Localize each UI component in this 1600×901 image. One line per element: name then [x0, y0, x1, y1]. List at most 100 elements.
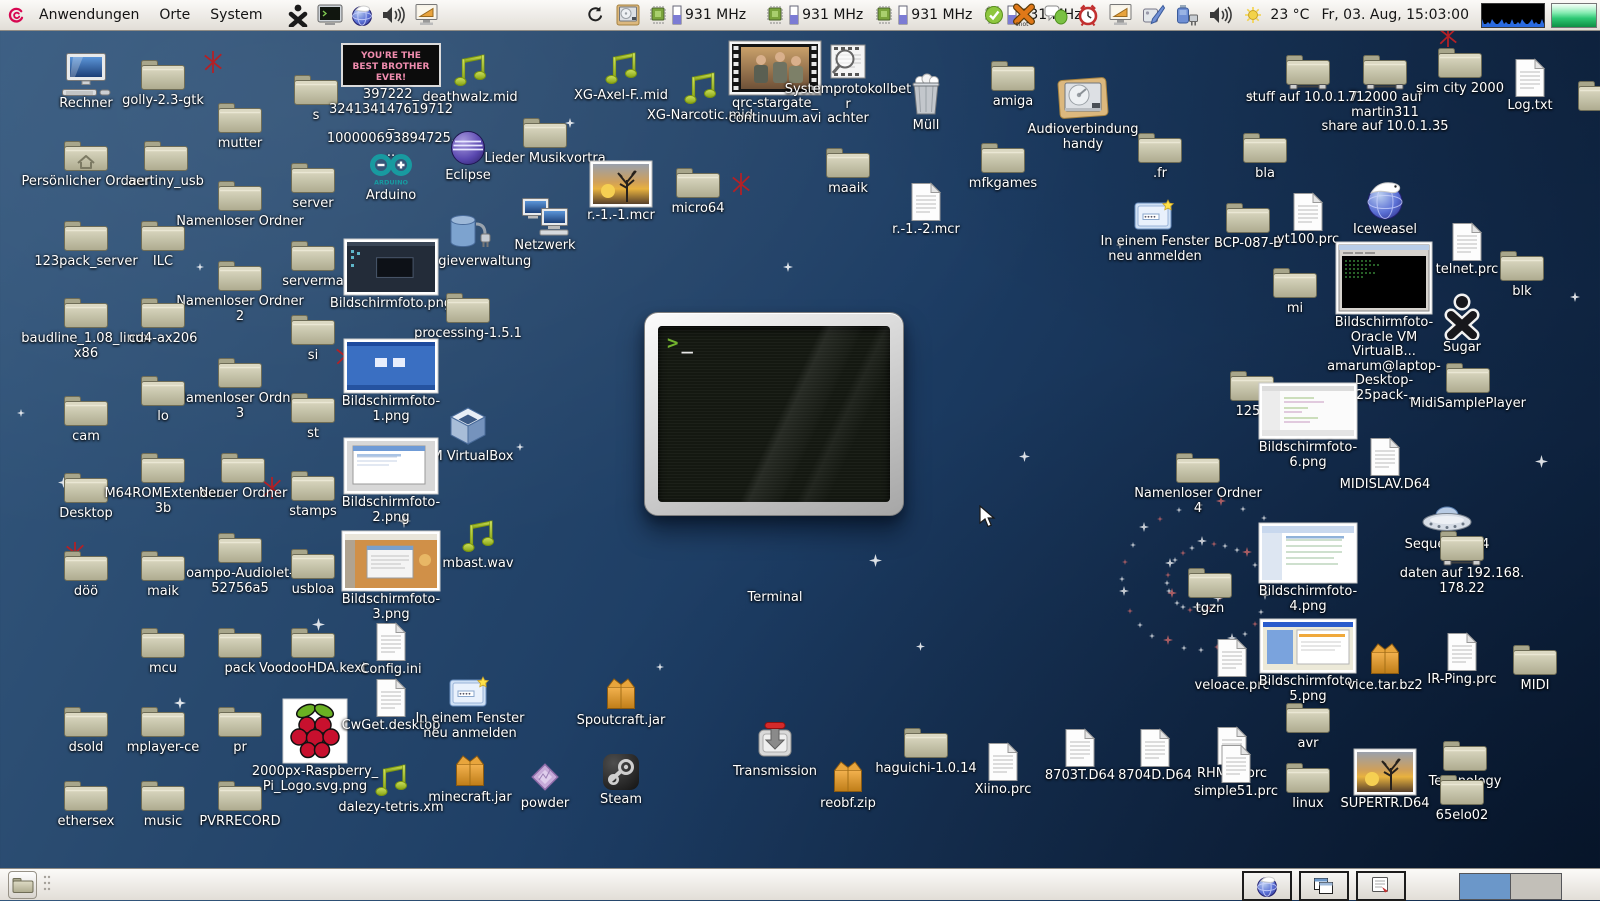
desktop-icon-daten[interactable]: daten auf 192.168. 178.22	[1396, 528, 1528, 596]
menu-anwendungen[interactable]: Anwendungen	[30, 2, 148, 28]
sparkle-star-icon	[1130, 533, 1136, 552]
debian-menu-icon[interactable]	[4, 5, 28, 25]
chat-status-icon[interactable]	[1042, 4, 1070, 26]
cpu-frequency-applet-2[interactable]: 931 MHz	[766, 5, 863, 25]
terminal-label[interactable]: Terminal	[709, 590, 841, 605]
desktop-icon-midislav[interactable]: MIDISLAV.D64	[1319, 437, 1451, 493]
terminal-launcher[interactable]: >_	[644, 312, 904, 516]
menu-orte[interactable]: Orte	[150, 2, 199, 28]
display-launcher-icon[interactable]	[412, 3, 442, 27]
desktop-icon-label: tgzn	[1196, 602, 1224, 617]
desktop-icon-bla[interactable]: bla	[1199, 130, 1331, 182]
volume-launcher-icon[interactable]	[379, 4, 409, 26]
folder-icon	[980, 140, 1026, 176]
sparkle-star-icon	[1211, 532, 1217, 551]
desktop-icon-processing[interactable]: processing-1.5.1	[402, 290, 534, 342]
sparkle-star-icon	[1535, 453, 1548, 472]
desktop-icon-mbast[interactable]: mbast.wav	[412, 518, 544, 572]
browser-launcher-icon[interactable]	[348, 3, 376, 27]
sparkle-star-icon	[1119, 581, 1129, 600]
folder-icon	[1242, 130, 1288, 166]
desktop-icon-tgzn[interactable]: tgzn	[1144, 565, 1276, 617]
desktop-icon-label: Xiino.prc	[975, 783, 1032, 798]
hddcard-icon	[1056, 72, 1110, 122]
folder-icon	[140, 57, 186, 93]
desktop-icon-label: Arduino	[366, 189, 416, 204]
cpu-frequency-value: 931 MHz	[911, 7, 972, 23]
snot-status-icon[interactable]: snot	[1010, 3, 1038, 27]
workspace-2[interactable]	[1511, 873, 1562, 900]
music-icon	[451, 52, 489, 90]
sugar-launcher-icon[interactable]	[284, 3, 312, 27]
login-icon	[1133, 198, 1177, 234]
menu-system[interactable]: System	[201, 2, 271, 28]
sparkle-star-icon	[1139, 517, 1149, 536]
alarm-status-icon[interactable]	[1074, 3, 1102, 27]
volume-status-icon[interactable]	[1206, 4, 1236, 26]
terminal-launcher-icon[interactable]	[315, 4, 345, 26]
desktop-icon-elo65[interactable]: 65elo02	[1396, 772, 1528, 824]
desktop-icon-stamps[interactable]: stamps	[247, 468, 379, 520]
folder-icon	[1187, 565, 1233, 601]
desktop-icon-label: r.-1.-2.mcr	[892, 223, 960, 238]
folder-icon	[140, 295, 186, 331]
desktop-icon-mfkgames[interactable]: mfkgames	[937, 140, 1069, 192]
desktop-icon-label: MIDI	[1521, 679, 1550, 694]
desktop-icon-m64[interactable]: M64ROMExtender 3b	[97, 450, 229, 516]
sparkle-star-icon	[1119, 567, 1125, 586]
desktop-icon-pvr[interactable]: PVRRECORD	[174, 778, 306, 830]
desktop-icon-label: avr	[1297, 737, 1318, 752]
show-desktop-button[interactable]	[8, 871, 37, 899]
desktop-icon-label: Eclipse	[445, 169, 491, 184]
desktop-icon-label: stamps	[289, 505, 337, 520]
desktop-icon-cd4[interactable]: cd4-ax206	[97, 295, 229, 347]
check-status-icon[interactable]	[982, 5, 1006, 25]
desktop-icon-namenlos4[interactable]: Namenloser Ordner 4	[1132, 450, 1264, 516]
desktop-icon-label: döö	[74, 585, 98, 600]
desktop-icon-label: mi	[1287, 302, 1303, 317]
hdd-applet-icon[interactable]	[613, 2, 643, 28]
desktop-icon-micro64[interactable]: micro64	[632, 165, 764, 217]
clock[interactable]: Fr, 03. Aug, 15:03:00	[1321, 7, 1469, 23]
folder-icon	[1512, 642, 1558, 678]
desktop-icon-avr[interactable]: avr	[1242, 700, 1374, 752]
folder-icon	[522, 115, 568, 151]
sparkle-star-icon	[1180, 541, 1186, 560]
desktop-icon-spoutcraft[interactable]: Spoutcraft.jar	[555, 675, 687, 729]
desktop-icon-vt100[interactable]: vt100.prc	[1242, 192, 1374, 248]
cpu-frequency-value: 931 MHz	[802, 7, 863, 23]
cpu-history-graph[interactable]	[1481, 3, 1545, 28]
display-status-icon[interactable]	[1106, 3, 1136, 27]
desktop-icon-lieder[interactable]: Lieder Musikvortra	[479, 115, 611, 167]
desktop-icon-login1[interactable]: In einem Fenster neu anmelden	[404, 675, 536, 741]
desktop-icon-sugar[interactable]: Sugar	[1396, 292, 1528, 356]
desktop-icon-configini[interactable]: Config.ini	[325, 622, 457, 678]
sugar-icon	[1439, 292, 1485, 340]
system-monitor-graph[interactable]	[1551, 3, 1597, 28]
refresh-applet-icon[interactable]	[583, 5, 607, 25]
folder-icon	[1175, 450, 1221, 486]
doc-icon	[1292, 192, 1324, 232]
music-icon	[459, 518, 497, 556]
battery-status-icon[interactable]	[1172, 2, 1202, 28]
desktop-icon-lo[interactable]: lo	[97, 373, 229, 425]
cpu-frequency-applet-3[interactable]: 931 MHz	[875, 5, 972, 25]
task-button-2[interactable]	[1299, 871, 1349, 901]
desktop-icon-midisample[interactable]: MidiSamplePlayer	[1402, 360, 1534, 412]
weather-sun-icon[interactable]	[1242, 6, 1264, 24]
cpu-frequency-applet-1[interactable]: 931 MHz	[649, 5, 746, 25]
workspace-1[interactable]	[1459, 873, 1511, 900]
task-button-3[interactable]	[1356, 871, 1406, 901]
doc-icon	[375, 678, 407, 718]
desktop-icon-edge-folder[interactable]	[1534, 78, 1600, 115]
pen-status-icon[interactable]	[1140, 3, 1168, 27]
desktop-icon-deathwalz[interactable]: deathwalz.mid	[404, 52, 536, 106]
task-button-1[interactable]	[1242, 871, 1292, 901]
steam-icon	[601, 752, 641, 792]
desktop-icon-midi-folder[interactable]: MIDI	[1469, 642, 1600, 694]
desktop-icon-steam[interactable]: Steam	[555, 752, 687, 808]
panel-handle-icon[interactable]	[43, 872, 51, 898]
desktop-icon-label: si	[308, 349, 318, 364]
desktop-icon-label: 712000 auf martin311 share auf 10.0.1.35	[1321, 91, 1448, 135]
desktop-icon-st[interactable]: st	[247, 390, 379, 442]
